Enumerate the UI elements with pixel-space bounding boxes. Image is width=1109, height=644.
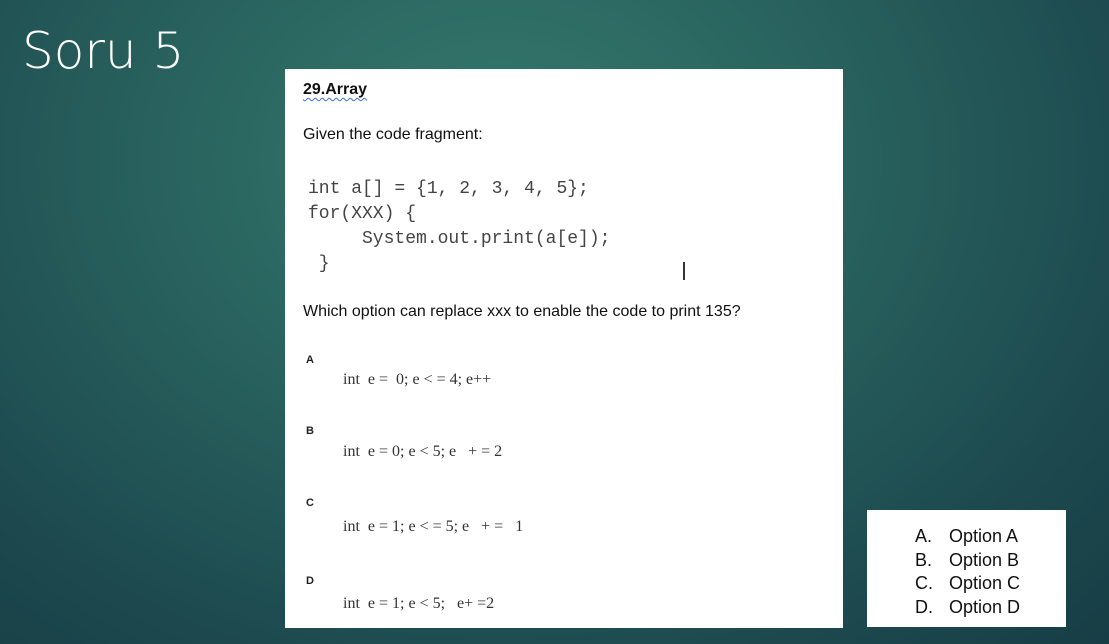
option-d-code: int e = 1; e < 5; e+ =2 — [343, 595, 495, 612]
option-d-letter: D — [306, 575, 314, 587]
slide-title: Soru 5 — [22, 22, 185, 80]
code-line: int a[] = {1, 2, 3, 4, 5}; — [308, 179, 589, 199]
question-text: Which option can replace xxx to enable t… — [303, 303, 741, 320]
question-heading: 29.Array — [303, 81, 368, 98]
code-fragment: int a[] = {1, 2, 3, 4, 5}; for(XXX) { Sys… — [308, 177, 610, 277]
option-a-letter: A — [306, 354, 314, 366]
code-line: } — [308, 254, 330, 274]
option-a-code: int e = 0; e < = 4; e++ — [343, 371, 492, 388]
answer-option-b[interactable]: B. Option B — [915, 550, 1019, 571]
text-cursor — [683, 262, 685, 280]
option-c-letter: C — [306, 497, 314, 509]
code-line: for(XXX) { — [308, 204, 417, 224]
answer-option-a[interactable]: A. Option A — [915, 526, 1018, 547]
answer-option-d[interactable]: D. Option D — [915, 597, 1020, 618]
option-b-code: int e = 0; e < 5; e + = 2 — [343, 443, 503, 460]
question-card: 29.Array Given the code fragment: int a[… — [285, 69, 843, 628]
answer-option-c[interactable]: C. Option C — [915, 573, 1020, 594]
question-intro: Given the code fragment: — [303, 126, 483, 143]
option-b-letter: B — [306, 425, 314, 437]
option-c-code: int e = 1; e < = 5; e + = 1 — [343, 518, 524, 535]
code-line: System.out.print(a[e]); — [308, 229, 611, 249]
answer-choices: A. Option A B. Option B C. Option C D. Optio… — [867, 510, 1066, 627]
